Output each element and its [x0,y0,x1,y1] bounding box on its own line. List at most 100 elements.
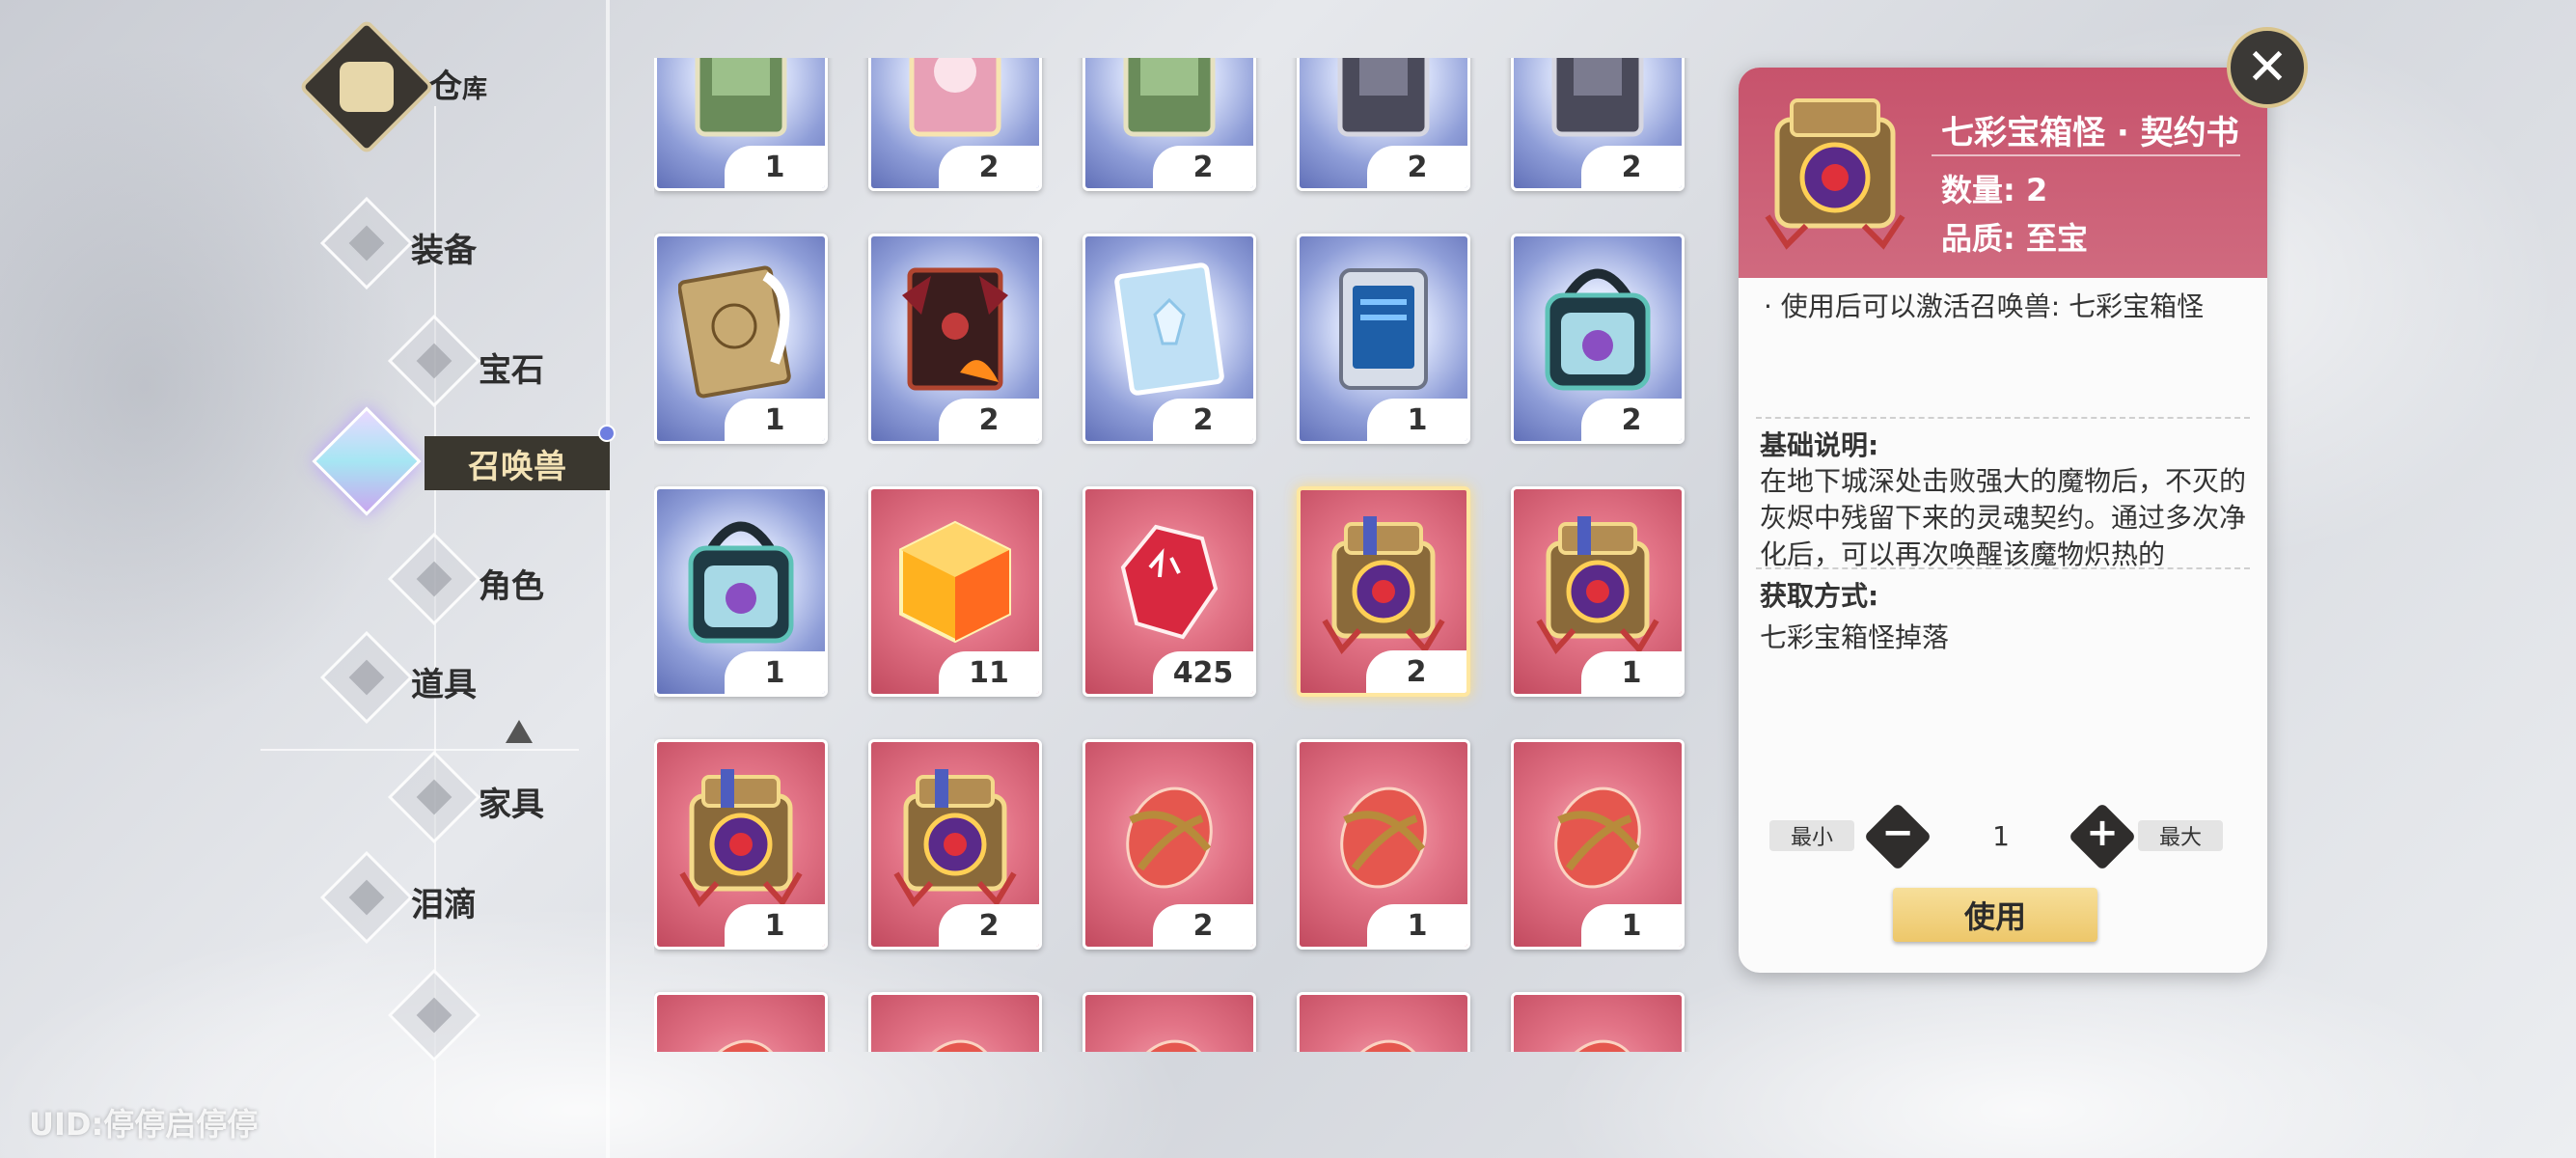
inventory-slot[interactable]: 1 [654,739,828,950]
egg-icon [1530,1015,1665,1052]
inventory-slot[interactable]: 1 [654,234,828,444]
inventory-slot[interactable] [1297,992,1470,1052]
nav-guide-hline [260,749,579,751]
inventory-slot[interactable]: 2 [1082,58,1256,191]
book-feather-icon [677,257,804,405]
item-count: 2 [939,146,1039,188]
bag-icon [673,510,808,658]
close-icon: ✕ [2246,39,2288,96]
inventory-slot[interactable]: 2 [1511,58,1685,191]
item-count: 2 [1153,904,1253,947]
plus-icon: + [2086,811,2119,855]
amount-value[interactable]: 1 [1943,820,2059,852]
source-heading: 获取方式: [1760,580,1879,612]
inventory-slot[interactable]: 1 [1297,234,1470,444]
item-count: 2 [939,904,1039,947]
inventory-slot[interactable]: 1 [654,58,828,191]
inventory-slot[interactable]: 2 [1297,58,1470,191]
close-button[interactable]: ✕ [2227,27,2308,108]
detail-quantity: 数量: 2 [1941,172,2048,208]
item-count: 1 [1581,904,1682,947]
inventory-slot[interactable]: 2 [1297,486,1470,697]
egg-icon [1102,1015,1237,1052]
book-pink-icon [897,58,1013,148]
notification-dot-icon [598,425,616,442]
bag-icon [1530,257,1665,405]
chest-icon [1311,505,1456,663]
egg-icon [888,1015,1023,1052]
inventory-slot[interactable]: 2 [1082,234,1256,444]
detail-effect: · 使用后可以激活召唤兽: 七彩宝箱怪 [1764,290,2205,322]
inventory-slot[interactable] [654,992,828,1052]
cube-icon [888,510,1023,658]
inventory-slot[interactable] [1511,992,1685,1052]
inventory-slot[interactable] [868,992,1042,1052]
inventory-slot[interactable]: 1 [1297,739,1470,950]
nav-label: 家具 [479,786,544,824]
item-detail-panel: 七彩宝箱怪 · 契约书 数量: 2 品质: 至宝 · 使用后可以激活召唤兽: 七… [1739,68,2267,973]
nav-label: 宝石 [479,351,544,390]
item-count: 1 [725,904,825,947]
nav-label: 角色 [479,567,544,606]
item-count: 2 [1366,650,1466,693]
detail-quality: 品质: 至宝 [1941,220,2088,257]
chest-icon [1525,505,1670,663]
max-button[interactable]: 最大 [2138,820,2223,851]
chest-monster-icon [1765,98,1905,250]
inventory-slot[interactable]: 1 [1511,486,1685,697]
inventory-slot[interactable]: 1 [1511,739,1685,950]
egg-icon [1530,762,1665,911]
diamond-icon [319,630,414,725]
inventory-slot[interactable]: 11 [868,486,1042,697]
nav-label: 泪滴 [411,886,477,924]
diamond-icon [387,314,481,408]
page-title-sub: 库 [462,75,488,104]
item-grid[interactable]: 1 2 2 2 2 1 2 2 1 2 1 11 425 2 1 1 2 2 1 1 [654,58,1706,1052]
minus-icon: − [1881,811,1914,855]
item-count: 1 [725,651,825,694]
detail-header: 七彩宝箱怪 · 契约书 数量: 2 品质: 至宝 [1739,68,2267,278]
diamond-icon [387,750,481,844]
inventory-slot[interactable]: 2 [868,739,1042,950]
book-demon-icon [892,257,1018,405]
inventory-slot[interactable]: 425 [1082,486,1256,697]
diamond-icon [387,968,481,1062]
chest-icon [669,758,813,916]
page-title: 仓库 [429,60,487,107]
nav-label: 道具 [411,666,477,704]
item-count: 11 [939,651,1039,694]
uid-label: UID:停停启停停 [29,1106,259,1143]
tablet-icon [1326,257,1441,405]
egg-icon [1102,762,1237,911]
inventory-slot[interactable]: 1 [654,486,828,697]
inventory-slot[interactable]: 2 [1082,739,1256,950]
divider [1756,417,2250,419]
basic-info-heading: 基础说明: [1760,429,1879,461]
warehouse-header: 仓库 [298,18,531,155]
book-ice-icon [1107,257,1232,405]
use-button[interactable]: 使用 [1893,888,2097,942]
book-dark-icon [1326,58,1441,148]
item-count: 2 [1367,146,1467,188]
item-count: 1 [725,399,825,441]
item-count: 2 [1581,146,1682,188]
inventory-slot[interactable]: 2 [868,234,1042,444]
diamond-icon [387,532,481,626]
source-text: 七彩宝箱怪掉落 [1760,621,1950,653]
basic-info-text[interactable]: 在地下城深处击败强大的魔物后，不灭的灰烬中残留下来的灵魂契约。通过多次净化后，可… [1760,463,2252,569]
inventory-slot[interactable] [1082,992,1256,1052]
min-button[interactable]: 最小 [1769,820,1854,851]
divider [1756,567,2250,569]
diamond-icon [319,196,414,290]
diamond-icon [319,850,414,945]
detail-title: 七彩宝箱怪 · 契约书 [1941,114,2239,152]
item-count: 1 [1367,399,1467,441]
item-count: 425 [1153,651,1253,694]
item-count: 1 [1367,904,1467,947]
page-title-main: 仓 [429,68,462,106]
triangle-icon [506,720,533,743]
book-dark-icon [1540,58,1656,148]
inventory-slot[interactable]: 2 [868,58,1042,191]
egg-icon [1316,1015,1451,1052]
inventory-slot[interactable]: 2 [1511,234,1685,444]
